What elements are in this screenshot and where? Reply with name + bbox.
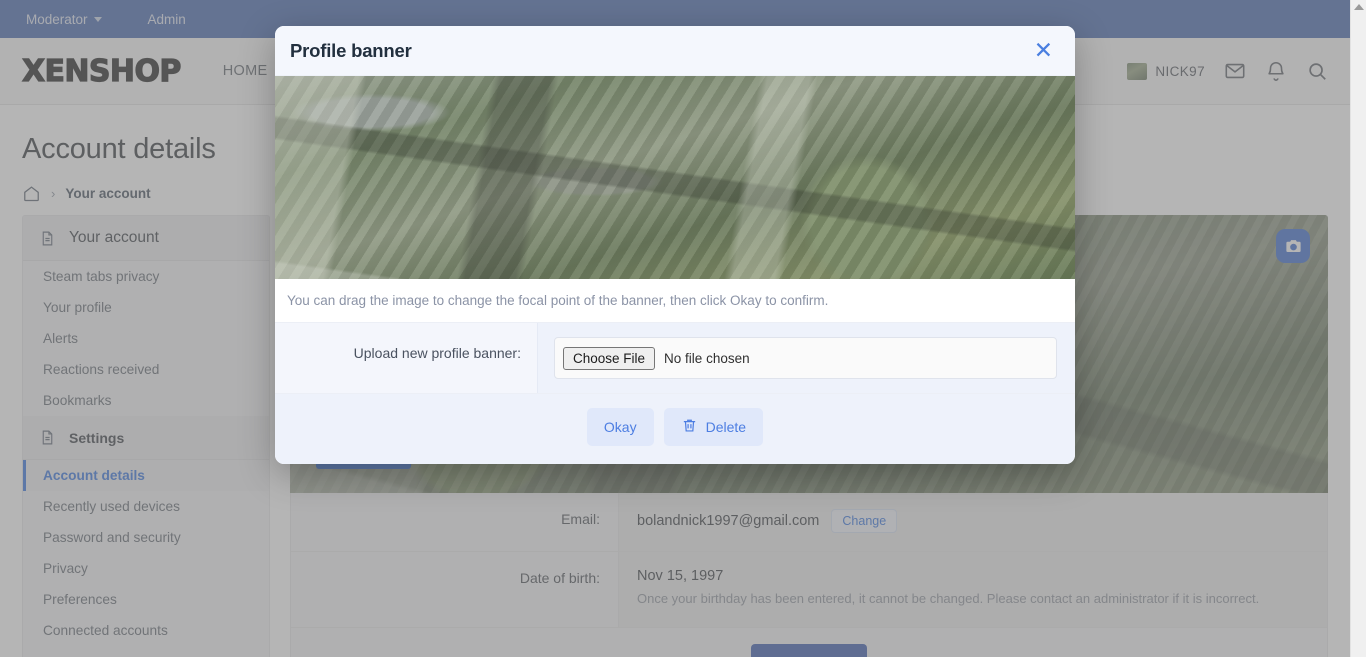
browser-scrollbar[interactable] — [1350, 0, 1366, 657]
modal-hint-text: You can drag the image to change the foc… — [275, 279, 1075, 323]
delete-button-label: Delete — [705, 419, 747, 435]
upload-field-row: Upload new profile banner: Choose File N… — [275, 323, 1075, 394]
upload-field-label: Upload new profile banner: — [353, 345, 521, 361]
okay-button-label: Okay — [603, 419, 637, 435]
modal-title: Profile banner — [290, 39, 412, 61]
file-status-label: No file chosen — [664, 350, 750, 366]
okay-button[interactable]: Okay — [586, 408, 654, 446]
upload-field-value: Choose File No file chosen — [537, 323, 1075, 393]
profile-banner-modal: Profile banner ✕ You can drag the image … — [275, 26, 1075, 464]
delete-button[interactable]: Delete — [663, 408, 764, 446]
close-icon[interactable]: ✕ — [1034, 39, 1053, 62]
file-input[interactable]: Choose File No file chosen — [554, 337, 1057, 379]
banner-preview-image[interactable] — [275, 76, 1075, 279]
modal-footer: Okay Delete — [275, 394, 1075, 464]
trash-icon — [681, 417, 698, 437]
modal-header: Profile banner ✕ — [275, 26, 1075, 76]
scroll-up-arrow-icon[interactable] — [1353, 4, 1364, 10]
choose-file-button[interactable]: Choose File — [563, 346, 656, 370]
